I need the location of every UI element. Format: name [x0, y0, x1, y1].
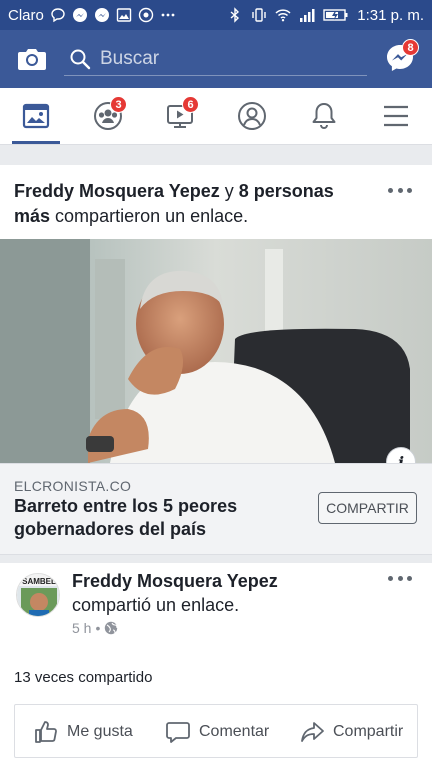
like-button[interactable]: Me gusta — [33, 705, 133, 759]
camera-icon[interactable] — [16, 43, 48, 75]
notifications-icon — [312, 103, 336, 129]
facebook-screen: Claro 1:31 p. m. Buscar 8 3 6 Freddy Mos… — [0, 0, 432, 768]
vibrate-icon — [251, 7, 267, 23]
comment-label: Comentar — [199, 723, 270, 740]
link-domain: ELCRONISTA.CO — [14, 478, 132, 494]
carrier-label: Claro — [8, 6, 44, 24]
share-button[interactable]: Compartir — [299, 705, 403, 759]
tab-news-feed[interactable] — [12, 98, 60, 144]
post-header-text: Freddy Mosquera Yepez y 8 personas más c… — [14, 179, 374, 229]
link-title[interactable]: Barreto entre los 5 peores gobernadores … — [14, 495, 304, 541]
globe-icon — [105, 621, 118, 635]
clock: 1:31 p. m. — [357, 6, 424, 24]
search-icon — [70, 49, 91, 69]
post-action: compartió un enlace. — [72, 595, 240, 615]
link-preview[interactable]: ELCRONISTA.CO Barreto entre los 5 peores… — [0, 463, 432, 555]
messenger-icon — [72, 7, 88, 23]
watch-badge: 6 — [182, 96, 199, 113]
tab-bar: 3 6 — [0, 88, 432, 145]
wifi-icon — [275, 7, 291, 23]
menu-icon — [384, 105, 408, 127]
comment-button[interactable]: Comentar — [165, 705, 269, 759]
shared-by-post: SAMBEL Freddy Mosquera Yepez compartió u… — [0, 563, 432, 768]
news-feed-icon — [22, 103, 50, 129]
avatar[interactable]: SAMBEL — [16, 573, 60, 617]
link-preview-image[interactable] — [0, 239, 432, 463]
share-count[interactable]: 13 veces compartido — [14, 669, 152, 686]
share-link-button[interactable]: COMPARTIR — [318, 492, 417, 524]
app-header: Buscar 8 — [0, 30, 432, 88]
post-meta: 5 h • — [72, 620, 118, 636]
share-label: Compartir — [333, 723, 404, 740]
post-connector: y — [224, 181, 234, 201]
messenger-badge: 8 — [402, 39, 419, 56]
active-tab-indicator — [12, 141, 60, 144]
tab-notifications[interactable] — [306, 98, 342, 134]
tab-watch[interactable]: 6 — [162, 96, 199, 134]
search-input[interactable]: Buscar — [64, 42, 367, 76]
post-options-icon[interactable] — [388, 185, 412, 195]
groups-badge: 3 — [110, 96, 127, 113]
signal-icon — [299, 7, 315, 23]
tab-profile[interactable] — [234, 98, 270, 134]
meta-separator: • — [95, 620, 101, 636]
tab-menu[interactable] — [378, 98, 414, 134]
messenger-button[interactable]: 8 — [384, 39, 419, 74]
post-time[interactable]: 5 h — [72, 620, 91, 636]
post-action: compartieron un enlace. — [55, 206, 249, 226]
post-options-icon[interactable] — [388, 573, 412, 583]
like-label: Me gusta — [67, 723, 133, 740]
post-actions-bar: Me gusta Comentar Compartir — [14, 704, 418, 758]
battery-charging-icon — [323, 7, 349, 23]
post-author[interactable]: Freddy Mosquera Yepez — [14, 181, 220, 201]
thumbs-up-icon — [35, 721, 57, 743]
bluetooth-icon — [227, 7, 243, 23]
comment-icon — [166, 722, 190, 743]
tab-groups[interactable]: 3 — [90, 96, 127, 134]
svg-text:SAMBEL: SAMBEL — [22, 577, 56, 586]
post-author[interactable]: Freddy Mosquera Yepez — [72, 571, 278, 592]
messenger-icon — [94, 7, 110, 23]
status-bar: Claro 1:31 p. m. — [0, 0, 432, 30]
chrome-icon — [138, 7, 154, 23]
search-placeholder: Buscar — [100, 47, 160, 69]
image-icon — [116, 7, 132, 23]
profile-icon — [238, 102, 266, 130]
share-icon — [301, 722, 324, 742]
shared-link-post: Freddy Mosquera Yepez y 8 personas más c… — [0, 165, 432, 555]
more-icon — [160, 7, 176, 23]
chat-bubble-icon — [50, 7, 66, 23]
